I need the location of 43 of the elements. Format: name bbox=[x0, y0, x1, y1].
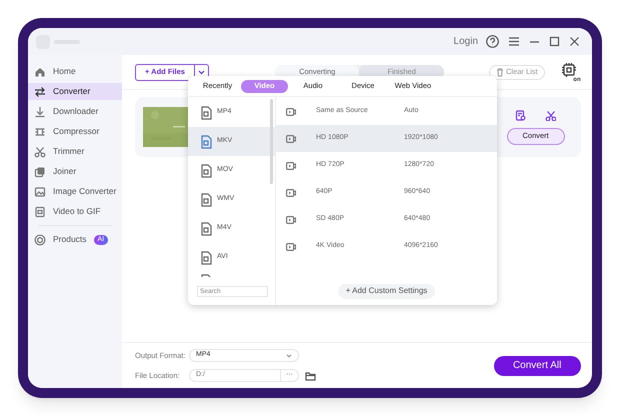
caret-icon bbox=[198, 70, 205, 74]
convert-all-button[interactable]: Convert All bbox=[494, 356, 581, 376]
sidebar-item[interactable]: Video to GIF bbox=[28, 203, 122, 220]
file-icon bbox=[200, 222, 213, 236]
image-icon bbox=[34, 186, 46, 198]
trash-icon bbox=[496, 68, 504, 76]
sidebar-item[interactable]: Converter bbox=[28, 83, 122, 100]
chevron-down-icon bbox=[286, 354, 292, 358]
video-icon bbox=[286, 188, 296, 196]
login-link[interactable]: Login bbox=[454, 34, 478, 49]
scrollbar[interactable] bbox=[270, 99, 273, 184]
home-icon bbox=[34, 66, 46, 78]
maximize-icon[interactable] bbox=[549, 36, 560, 47]
video-icon bbox=[286, 162, 296, 170]
video-icon bbox=[286, 216, 296, 224]
sidebar-item[interactable]: Compressor bbox=[28, 123, 122, 140]
sidebar-item[interactable]: Joiner bbox=[28, 163, 122, 180]
download-icon bbox=[34, 106, 46, 118]
file-icon bbox=[200, 164, 213, 178]
sidebar-item[interactable]: Downloader bbox=[28, 103, 122, 120]
help-icon[interactable] bbox=[486, 35, 499, 48]
menu-icon[interactable] bbox=[508, 36, 520, 47]
folder-icon[interactable] bbox=[305, 370, 316, 380]
sidebar-item[interactable]: Trimmer bbox=[28, 143, 122, 160]
file-icon bbox=[200, 192, 213, 206]
file-icon bbox=[200, 106, 213, 120]
compress-icon bbox=[34, 126, 46, 138]
sidebar-item[interactable]: Home bbox=[28, 63, 122, 80]
video-icon bbox=[286, 242, 296, 250]
video-icon bbox=[286, 134, 296, 142]
sidebar-item[interactable]: Image Converter bbox=[28, 183, 122, 200]
chip-icon bbox=[560, 62, 577, 78]
scissors-icon bbox=[545, 110, 556, 120]
file-icon bbox=[200, 134, 213, 148]
file-icon bbox=[200, 250, 213, 264]
video-icon bbox=[286, 108, 296, 116]
add-custom-settings-button[interactable]: + Add Custom Settings bbox=[338, 284, 436, 298]
scissors-icon bbox=[34, 146, 46, 158]
products-label[interactable]: Products bbox=[53, 233, 87, 246]
stacked-squares-icon bbox=[34, 166, 46, 178]
close-icon[interactable] bbox=[569, 36, 580, 47]
swap-icon bbox=[34, 86, 46, 98]
document-settings-icon bbox=[515, 110, 526, 120]
